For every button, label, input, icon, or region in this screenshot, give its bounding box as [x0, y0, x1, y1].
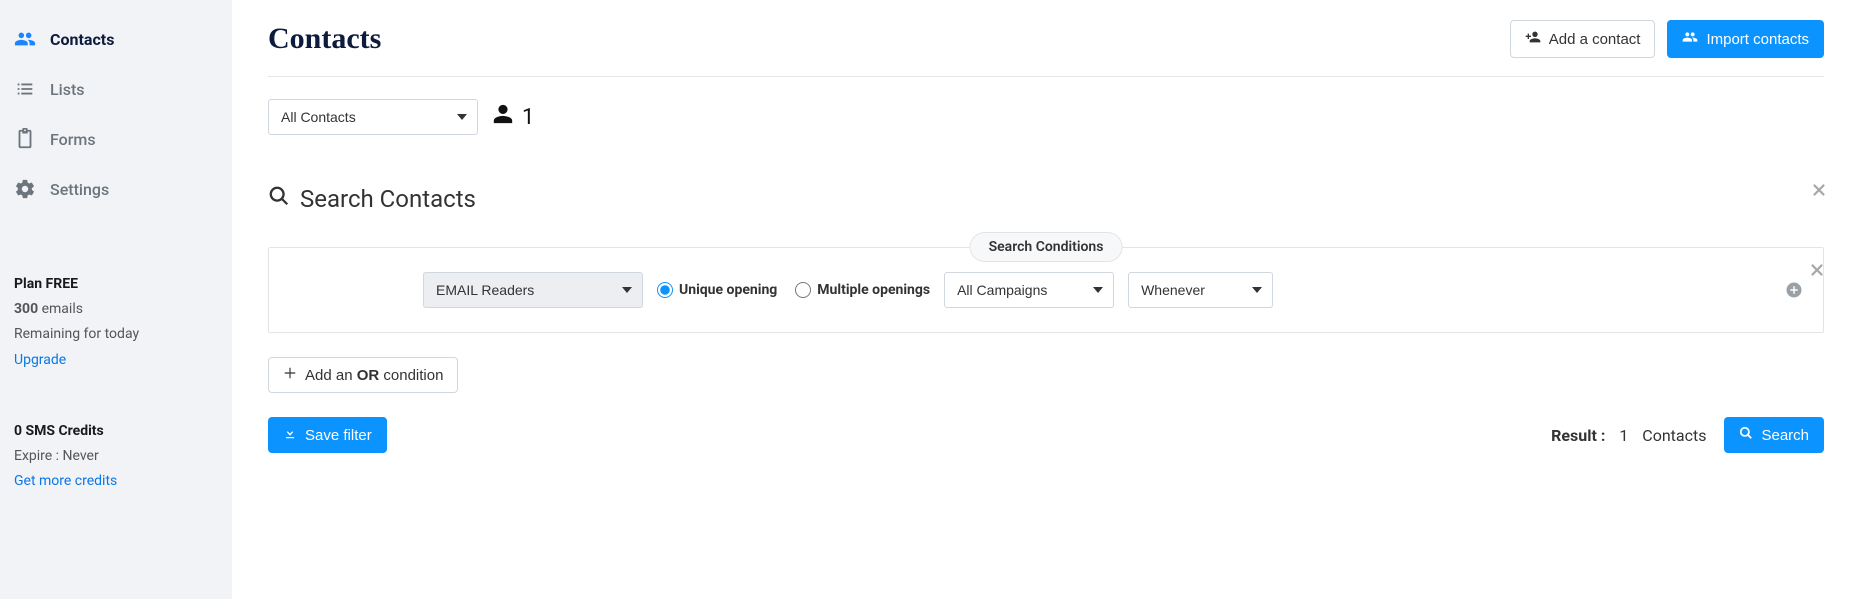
plan-title: Plan FREE — [14, 272, 218, 297]
get-credits-link[interactable]: Get more credits — [14, 473, 117, 489]
plus-icon — [283, 366, 297, 384]
save-filter-label: Save filter — [305, 427, 372, 444]
add-contact-label: Add a contact — [1549, 31, 1641, 48]
plan-emails-count: 300 — [14, 301, 38, 317]
plan-remaining: Remaining for today — [14, 322, 218, 347]
search-button[interactable]: Search — [1724, 417, 1824, 453]
clipboard-icon — [14, 128, 36, 150]
time-select[interactable]: Whenever — [1128, 272, 1273, 308]
sidebar-item-label: Lists — [50, 80, 85, 99]
page-title: Contacts — [268, 22, 381, 56]
result-label: Result : — [1551, 426, 1605, 445]
radio-unique-label: Unique opening — [679, 282, 777, 298]
sidebar-item-label: Settings — [50, 180, 109, 199]
radio-multiple-openings[interactable]: Multiple openings — [795, 282, 930, 298]
sidebar-item-label: Forms — [50, 130, 96, 149]
all-contacts-select[interactable]: All Contacts — [268, 99, 478, 135]
search-icon — [268, 185, 290, 213]
list-icon — [14, 78, 36, 100]
result-count: 1 — [1619, 426, 1628, 445]
add-contact-button[interactable]: Add a contact — [1510, 20, 1656, 58]
radio-unique-input[interactable] — [657, 282, 673, 298]
save-filter-button[interactable]: Save filter — [268, 417, 387, 453]
search-conditions-badge: Search Conditions — [970, 232, 1123, 262]
main-content: Contacts Add a contact Import contacts — [232, 0, 1860, 599]
sms-info: 0 SMS Credits Expire : Never Get more cr… — [0, 405, 232, 509]
remove-condition-button[interactable] — [1808, 261, 1826, 283]
sidebar-item-contacts[interactable]: Contacts — [0, 14, 232, 64]
search-icon — [1739, 426, 1753, 444]
search-button-label: Search — [1761, 427, 1809, 444]
import-contacts-label: Import contacts — [1706, 31, 1809, 48]
contact-count-value: 1 — [522, 105, 534, 130]
plan-emails-word: emails — [42, 301, 83, 317]
users-icon — [1682, 29, 1698, 49]
gear-icon — [14, 178, 36, 200]
add-condition-button[interactable] — [1785, 281, 1803, 299]
search-title-text: Search Contacts — [300, 185, 476, 213]
user-icon — [492, 103, 514, 131]
sidebar-item-forms[interactable]: Forms — [0, 114, 232, 164]
add-or-condition-label: Add an OR condition — [305, 367, 443, 384]
contact-count: 1 — [492, 103, 534, 131]
radio-unique-opening[interactable]: Unique opening — [657, 282, 777, 298]
sms-expire: Expire : Never — [14, 444, 218, 469]
download-icon — [283, 426, 297, 444]
result-unit: Contacts — [1642, 426, 1706, 445]
search-contacts-heading: Search Contacts — [268, 185, 1824, 213]
upgrade-link[interactable]: Upgrade — [14, 352, 66, 368]
sidebar: Contacts Lists Forms Settings Plan FREE … — [0, 0, 232, 599]
sms-title: 0 SMS Credits — [14, 419, 218, 444]
sidebar-item-label: Contacts — [50, 30, 114, 49]
attribute-select[interactable]: EMAIL Readers — [423, 272, 643, 308]
user-plus-icon — [1525, 29, 1541, 49]
users-icon — [14, 28, 36, 50]
import-contacts-button[interactable]: Import contacts — [1667, 20, 1824, 58]
plan-info: Plan FREE 300 emails Remaining for today… — [0, 258, 232, 387]
close-search-button[interactable] — [1810, 181, 1828, 203]
sidebar-item-lists[interactable]: Lists — [0, 64, 232, 114]
sidebar-item-settings[interactable]: Settings — [0, 164, 232, 214]
result-text: Result : 1 Contacts — [1551, 426, 1706, 445]
add-or-condition-button[interactable]: Add an OR condition — [268, 357, 458, 393]
radio-multiple-label: Multiple openings — [817, 282, 930, 298]
campaigns-select[interactable]: All Campaigns — [944, 272, 1114, 308]
radio-multiple-input[interactable] — [795, 282, 811, 298]
